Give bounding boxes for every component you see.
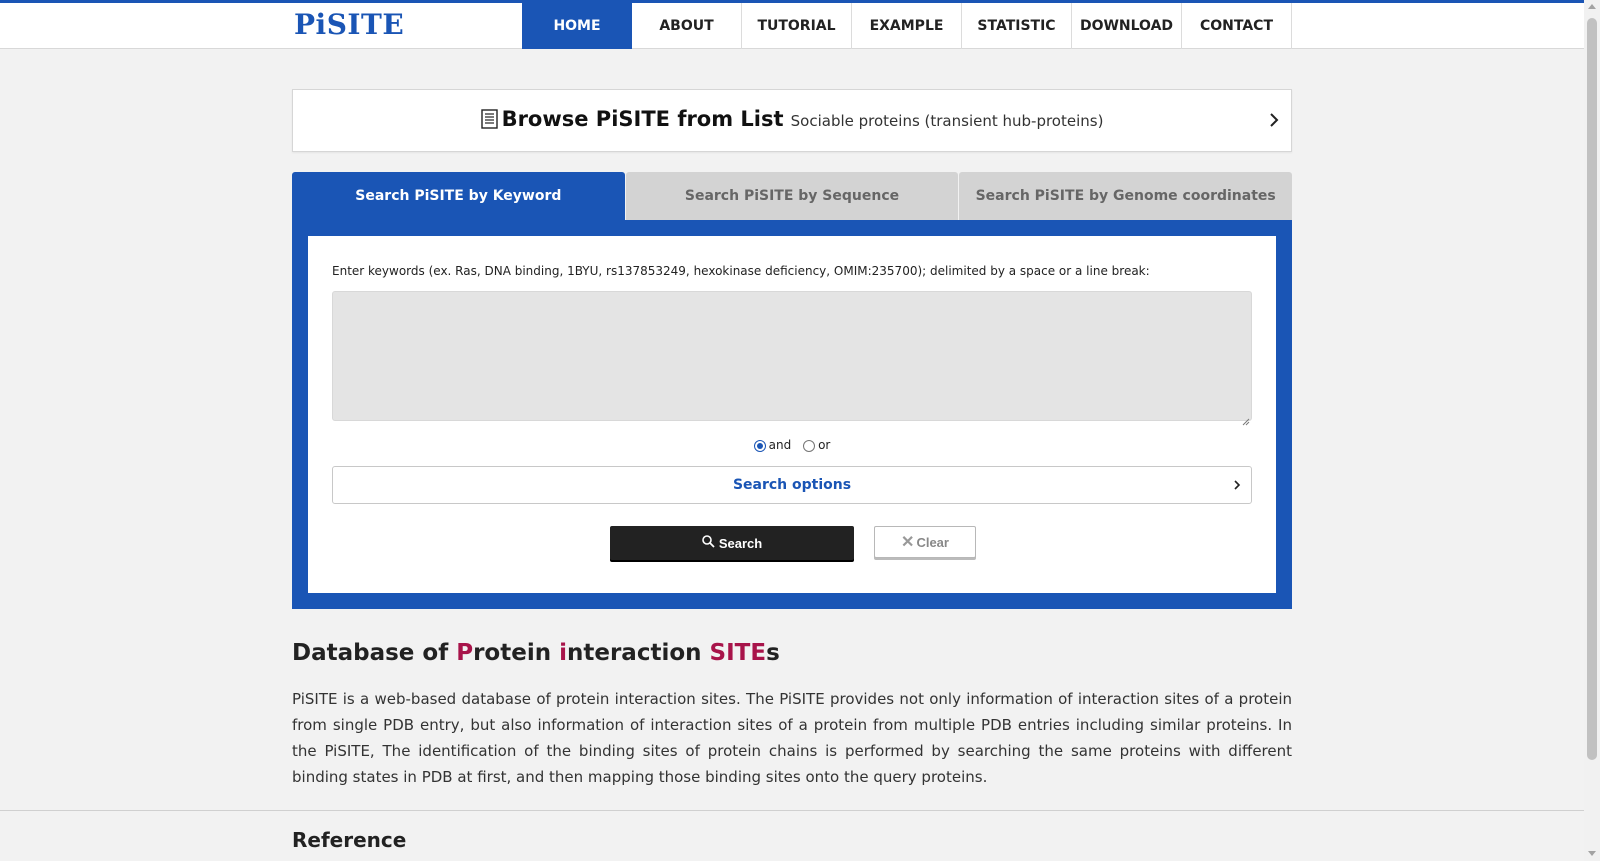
- nav-contact[interactable]: CONTACT: [1182, 3, 1292, 49]
- clear-button[interactable]: ✕ Clear: [874, 526, 976, 558]
- navbar: PiSITE HOME ABOUT TUTORIAL EXAMPLE STATI…: [0, 3, 1584, 49]
- scroll-down-arrow-icon[interactable]: [1588, 851, 1596, 856]
- radio-or[interactable]: [803, 440, 816, 452]
- nav-tutorial[interactable]: TUTORIAL: [742, 3, 852, 49]
- browse-content: Browse PiSITE from List Sociable protein…: [293, 107, 1291, 133]
- radio-and-label: and: [768, 438, 792, 452]
- heading-highlight: P: [456, 640, 474, 666]
- page-scrollbar[interactable]: [1584, 0, 1600, 861]
- search-form: Enter keywords (ex. Ras, DNA binding, 1B…: [308, 236, 1276, 593]
- keyword-label: Enter keywords (ex. Ras, DNA binding, 1B…: [332, 264, 1150, 278]
- tab-keyword[interactable]: Search PiSITE by Keyword: [292, 172, 625, 220]
- nav-statistic[interactable]: STATISTIC: [962, 3, 1072, 49]
- database-heading: Database of Protein interaction SITEs: [292, 640, 780, 666]
- search-options-label: Search options: [732, 477, 852, 493]
- nav-about[interactable]: ABOUT: [632, 3, 742, 49]
- chevron-right-icon: [1269, 112, 1279, 132]
- keyword-input[interactable]: [332, 291, 1252, 421]
- resize-grip-icon[interactable]: [1242, 411, 1250, 430]
- heading-highlight: i: [559, 640, 567, 666]
- heading-part: s: [766, 640, 780, 666]
- browse-list-bar[interactable]: Browse PiSITE from List Sociable protein…: [292, 89, 1292, 152]
- search-tabs: Search PiSITE by Keyword Search PiSITE b…: [292, 172, 1293, 220]
- nav-download[interactable]: DOWNLOAD: [1072, 3, 1182, 49]
- radio-or-label: or: [818, 438, 831, 452]
- radio-and[interactable]: [753, 440, 766, 452]
- clear-button-label: Clear: [916, 534, 949, 550]
- scrollbar-thumb[interactable]: [1587, 18, 1597, 760]
- tab-genome-coordinates[interactable]: Search PiSITE by Genome coordinates: [959, 172, 1293, 220]
- heading-part: Database of: [292, 640, 457, 666]
- database-description: PiSITE is a web-based database of protei…: [292, 690, 1292, 786]
- heading-highlight: SITE: [709, 640, 767, 666]
- tab-sequence[interactable]: Search PiSITE by Sequence: [625, 172, 959, 220]
- chevron-right-icon: [1233, 479, 1241, 495]
- search-icon: [702, 535, 719, 551]
- search-panel: Enter keywords (ex. Ras, DNA binding, 1B…: [292, 220, 1292, 609]
- logic-radio-group: and or: [308, 438, 1276, 452]
- heading-part: rotein: [473, 640, 560, 666]
- heading-part: nteraction: [567, 640, 710, 666]
- nav-example[interactable]: EXAMPLE: [852, 3, 962, 49]
- nav-home[interactable]: HOME: [522, 3, 632, 49]
- section-divider: [0, 810, 1584, 811]
- search-button-label: Search: [718, 535, 763, 551]
- scroll-up-arrow-icon[interactable]: [1588, 4, 1596, 9]
- close-icon: ✕: [901, 534, 915, 551]
- browse-subtitle: Sociable proteins (transient hub-protein…: [790, 112, 1104, 130]
- browse-title: Browse PiSITE from List: [501, 107, 784, 131]
- search-options-toggle[interactable]: Search options: [332, 466, 1252, 504]
- main-nav: HOME ABOUT TUTORIAL EXAMPLE STATISTIC DO…: [522, 3, 1292, 49]
- document-list-icon: [480, 109, 498, 133]
- reference-heading: Reference: [292, 828, 407, 852]
- search-button[interactable]: Search: [610, 526, 854, 560]
- site-logo[interactable]: PiSITE: [294, 8, 404, 41]
